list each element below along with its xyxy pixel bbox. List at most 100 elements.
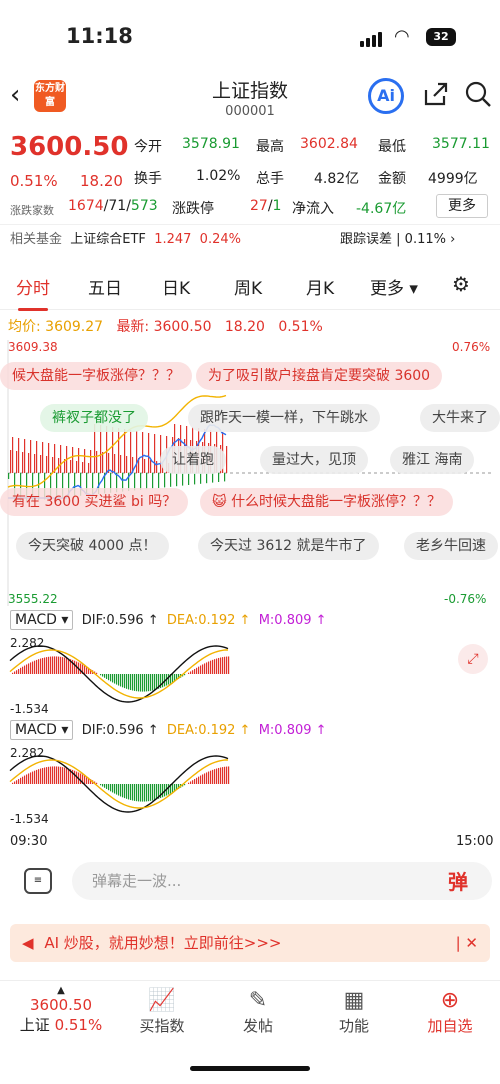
danmu-input[interactable]: 弹幕走一波... <box>72 862 492 900</box>
macd-bar <box>172 674 174 683</box>
volume-bar <box>136 431 138 473</box>
macd-bar <box>196 667 198 674</box>
danmu-message[interactable]: 候大盘能一字板涨停？？？ <box>0 362 192 390</box>
nav-post[interactable]: ✎ 发帖 <box>218 987 298 1036</box>
danmu-message[interactable]: 为了吸引散户接盘肯定要突破 3600 <box>196 362 443 390</box>
macd-bar <box>40 658 42 674</box>
macd-bar <box>36 769 38 784</box>
macd-bar <box>206 772 208 784</box>
danmu-message[interactable]: 今天过 3612 就是牛市了 <box>198 532 379 560</box>
nav-buy-index[interactable]: 📈 买指数 <box>122 987 202 1036</box>
fund-row[interactable]: 相关基金 上证综合ETF 1.247 0.24% <box>10 228 241 247</box>
danmu-message[interactable]: 😺 什么时候大盘能一字板涨停？？？ <box>200 488 454 516</box>
danmu-message[interactable]: 老乡牛回速 <box>404 532 498 560</box>
danmu-message[interactable]: 让着跑 <box>160 446 226 474</box>
macd-bar <box>122 784 124 798</box>
volume-bar <box>88 463 90 473</box>
volume-bar <box>22 452 24 473</box>
macd-bar <box>116 674 118 685</box>
nav-add-watchlist[interactable]: ⊕ 加自选 <box>410 987 490 1036</box>
macd-bar <box>18 779 20 784</box>
tab-five-day[interactable]: 五日 <box>88 274 122 299</box>
settings-icon[interactable]: ⚙ <box>452 272 470 296</box>
macd-bar <box>220 657 222 674</box>
macd-panel[interactable]: MACD ▾ DIF:0.596 ↑ DEA:0.192 ↑ M:0.809 ↑… <box>0 610 500 720</box>
macd-bar <box>24 775 26 784</box>
macd-bar <box>50 656 52 674</box>
tab-weekly-k[interactable]: 周K <box>234 274 262 299</box>
macd-bar <box>126 674 128 689</box>
macd-bar <box>196 777 198 784</box>
macd-bar <box>14 671 16 674</box>
tab-intraday[interactable]: 分时 <box>16 274 50 311</box>
macd-bar <box>214 769 216 784</box>
tab-monthly-k[interactable]: 月K <box>306 274 334 299</box>
tab-daily-k[interactable]: 日K <box>162 274 190 299</box>
danmu-message[interactable]: 大牛来了 <box>420 404 500 432</box>
macd-bar <box>122 674 124 688</box>
macd-bar <box>58 656 60 674</box>
macd-selector[interactable]: MACD ▾ <box>10 610 74 630</box>
intraday-chart[interactable]: 3609.38 0.76% 3555.22 -0.76% 候大盘能一字板涨停？？… <box>0 338 500 608</box>
macd-bar <box>194 778 196 784</box>
close-icon[interactable]: | ✕ <box>456 924 478 962</box>
danmu-message[interactable]: 雅江 海南 <box>390 446 475 474</box>
macd-bar <box>12 782 14 784</box>
macd-bar <box>120 674 122 687</box>
macd-bar <box>16 670 18 674</box>
tab-more[interactable]: 更多 ▾ <box>370 274 418 299</box>
macd-bar <box>156 784 158 800</box>
macd-bar <box>150 674 152 691</box>
macd-bar <box>198 776 200 784</box>
danmu-message[interactable]: 裤衩子都没了 <box>40 404 148 432</box>
volume-bar <box>124 429 126 473</box>
axis-top-right: 0.76% <box>452 340 491 354</box>
macd-bar <box>26 774 28 784</box>
ai-button[interactable]: Ai <box>368 78 404 114</box>
macd-bar <box>60 656 62 674</box>
danmu-message[interactable]: 跟昨天一模一样，下午跳水 <box>188 404 380 432</box>
macd-bar <box>154 674 156 690</box>
macd-bar <box>220 767 222 784</box>
danmu-message[interactable]: 有在 3600 买进鲨 bi 吗？ <box>0 488 189 516</box>
low-label: 最低 <box>378 139 406 155</box>
volume-bar <box>120 455 122 473</box>
macd-bar <box>202 664 204 674</box>
volume-bar <box>224 473 226 482</box>
more-button[interactable]: 更多 <box>436 194 488 218</box>
danmu-message[interactable]: 今天突破 4000 点！ <box>16 532 169 560</box>
index-summary[interactable]: ▲ 3600.50 上证 0.51% <box>16 985 106 1035</box>
macd-bar <box>102 674 104 677</box>
search-icon[interactable] <box>464 80 492 112</box>
share-icon[interactable] <box>422 80 450 112</box>
volume-bar <box>212 473 214 483</box>
volume-bar <box>76 461 78 473</box>
macd-bar <box>14 781 16 784</box>
macd-bar <box>172 784 174 793</box>
expand-icon[interactable]: ⤢ <box>458 644 488 674</box>
tracking-error[interactable]: 跟踪误差 | 0.11% › <box>340 228 455 247</box>
danmu-input-row: ≡ 弹幕走一波... 弹 <box>0 862 500 906</box>
macd-bar <box>110 674 112 682</box>
macd-bar <box>152 784 154 801</box>
megaphone-icon: ◀ <box>22 934 34 952</box>
macd-bar <box>112 784 114 793</box>
macd-bar <box>104 674 106 678</box>
volume-value: 4.82亿 <box>314 171 360 187</box>
macd-bar <box>34 660 36 674</box>
change-pct: 0.51% <box>10 172 58 190</box>
send-danmu-button[interactable]: 弹 <box>442 866 474 896</box>
promo-banner[interactable]: ◀ AI 炒股，就用妙想！立即前往>>> | ✕ <box>10 924 490 962</box>
macd-selector[interactable]: MACD ▾ <box>10 720 74 740</box>
macd-bar <box>28 663 30 674</box>
nav-functions[interactable]: ▦ 功能 <box>314 987 394 1036</box>
danmu-toggle-icon[interactable]: ≡ <box>24 868 52 894</box>
danmu-message[interactable]: 量过大，见顶 <box>260 446 368 474</box>
macd-bar <box>44 657 46 674</box>
volume-bar <box>126 456 128 473</box>
macd-bar <box>40 768 42 784</box>
volume-bar <box>106 426 108 473</box>
macd-bar <box>20 667 22 674</box>
volume-bar <box>206 473 208 484</box>
macd-panel[interactable]: MACD ▾ DIF:0.596 ↑ DEA:0.192 ↑ M:0.809 ↑… <box>0 720 500 830</box>
